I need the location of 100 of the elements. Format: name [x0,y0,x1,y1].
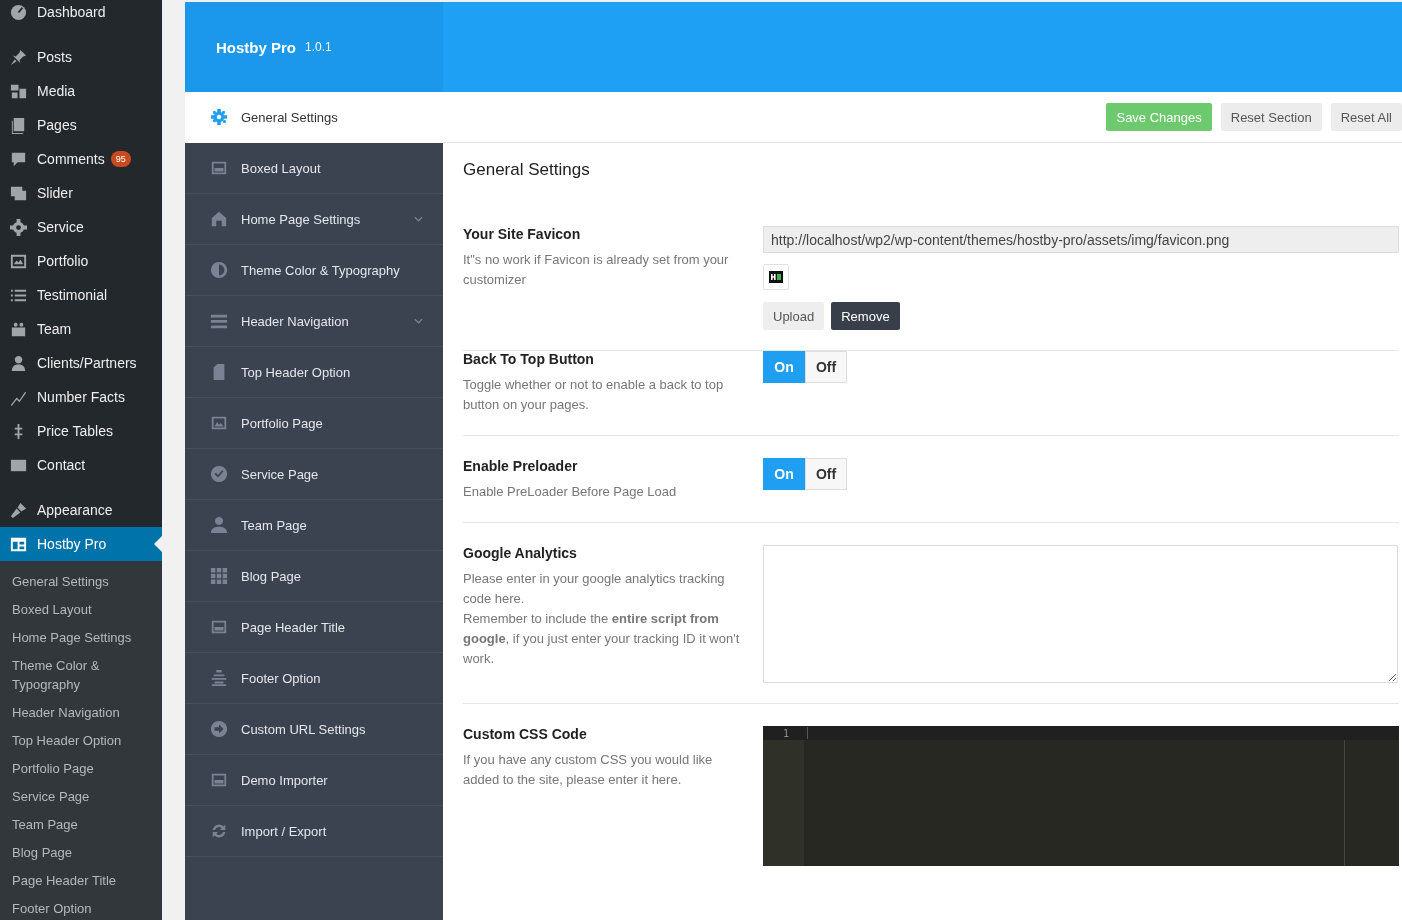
line-number: 1 [781,727,789,739]
menu-label: Dashboard [37,4,106,20]
pin-icon [9,47,28,67]
nav-item[interactable]: Portfolio Page [185,398,443,449]
toolbar-button[interactable]: Reset All [1330,103,1402,131]
submenu-item[interactable]: Boxed Layout [0,596,162,624]
submenu-item[interactable]: Top Header Option [0,727,162,755]
person-icon [9,353,28,373]
admin-menu-item[interactable]: Pages [0,108,162,142]
field-description: If you have any custom CSS you would like added to the site, please enter it here. [463,751,714,789]
admin-menu-item[interactable]: Number Facts [0,380,162,414]
brush-icon [9,500,28,520]
admin-menu-item[interactable]: Team [0,312,162,346]
chevron-down-icon [414,318,423,324]
admin-menu-item[interactable]: Portfolio [0,244,162,278]
menu-label: Price Tables [37,423,113,439]
field-label: Custom CSS Code [463,726,588,742]
field-description: Enable PreLoader Before Page Load [463,483,678,501]
stack-icon [210,669,228,687]
image-icon [210,414,228,432]
submenu-item[interactable]: Footer Option [0,895,162,920]
menu-label: Service [37,219,84,235]
favicon-logo [769,271,783,283]
menu-label: Media [37,83,76,99]
menu-label: Team [37,321,72,337]
admin-menu-item[interactable]: Appearance [0,493,162,527]
menu-icon [210,312,228,330]
code-editor[interactable]: 1 [763,726,1399,866]
nav-item[interactable]: Team Page [185,500,443,551]
field-label: Google Analytics [463,545,578,561]
field-label: Enable Preloader [463,458,579,474]
toggle-option[interactable]: Off [805,351,847,383]
menu-label: Slider [37,185,73,201]
submenu-item[interactable]: Header Navigation [0,699,162,727]
submenu-item[interactable]: Team Page [0,811,162,839]
admin-menu-item[interactable]: Dashboard [0,0,162,29]
submenu-item[interactable]: Home Page Settings [0,624,162,652]
admin-menu-item[interactable]: Slider [0,176,162,210]
nav-item[interactable]: Blog Page [185,551,443,602]
submenu-item[interactable]: Blog Page [0,839,162,867]
nav-item[interactable]: Custom URL Settings [185,704,443,755]
nav-item[interactable]: Home Page Settings [185,194,443,245]
admin-menu-item[interactable]: Contact [0,448,162,482]
nav-item[interactable]: General Settings [185,92,443,143]
toggle-option[interactable]: Off [805,458,847,490]
nav-item[interactable]: Demo Importer [185,755,443,806]
menu-label: Number Facts [37,389,125,405]
submenu-item[interactable]: General Settings [0,568,162,596]
menu-label: Pages [37,117,77,133]
nav-item[interactable]: Page Header Title [185,602,443,653]
nav-item[interactable]: Header Navigation [185,296,443,347]
submenu-item[interactable]: Portfolio Page [0,755,162,783]
settings-icon [9,217,28,237]
grid-icon [210,567,228,585]
menu-label: Hostby Pro [37,536,107,552]
comment-count-badge: 95 [110,151,131,167]
current-pointer-icon [154,536,162,552]
section-title: General Settings [463,160,591,180]
admin-menu-item[interactable]: Hostby Pro [0,527,162,561]
nav-item[interactable]: Import / Export [185,806,443,857]
submenu-item[interactable]: Service Page [0,783,162,811]
toolbar-button[interactable]: Reset Section [1220,103,1322,131]
admin-menu-item[interactable]: Posts [0,40,162,74]
person-icon [210,516,228,534]
field-description: Toggle whether or not to enable a back to top button on your pages. [463,376,725,414]
submenu-item[interactable]: Theme Color & Typography [0,652,162,699]
field-description: It"s no work if Favicon is already set from your customizer [463,251,730,289]
nav-item[interactable]: Service Page [185,449,443,500]
check-icon [210,465,228,483]
nav-item[interactable]: Boxed Layout [185,143,443,194]
layout-icon [210,159,228,177]
admin-menu-item[interactable]: Clients/Partners [0,346,162,380]
menu-label: Posts [37,49,72,65]
submenu-item[interactable]: Page Header Title [0,867,162,895]
contrast-icon [210,261,228,279]
admin-menu-item[interactable]: Comments 95 [0,142,162,176]
layout-icon [210,771,228,789]
menu-label: Appearance [37,502,113,518]
field-description: Please enter in your google analytics tracking code here. Remember to include the entire script from google, if you just enter your tracking ID it won't work. [463,570,741,668]
admin-menu-item[interactable]: Testimonial [0,278,162,312]
text-area[interactable] [763,545,1398,683]
menu-label: Testimonial [37,287,108,303]
media-button[interactable]: Upload [763,302,825,330]
url-field[interactable]: http://localhost/wp2/wp-content/themes/hostby-pro/assets/img/favicon.png [763,226,1399,253]
nav-item[interactable]: Footer Option [185,653,443,704]
menu-label: Comments [37,151,105,167]
admin-menu-item[interactable]: Media [0,74,162,108]
admin-menu-item[interactable]: Price Tables [0,414,162,448]
plugin-title: Hostby Pro [216,38,296,56]
media-button[interactable]: Remove [831,302,900,330]
field-label: Back To Top Button [463,351,595,367]
nav-item[interactable]: Top Header Option [185,347,443,398]
home-icon [210,210,228,228]
version-label: 1.0.1 [305,40,332,54]
layout-icon [210,618,228,636]
admin-menu-item[interactable]: Service [0,210,162,244]
nav-item[interactable]: Theme Color & Typography [185,245,443,296]
menu-label: Clients/Partners [37,355,137,371]
chevron-down-icon [414,216,423,222]
menu-label: Contact [37,457,86,473]
